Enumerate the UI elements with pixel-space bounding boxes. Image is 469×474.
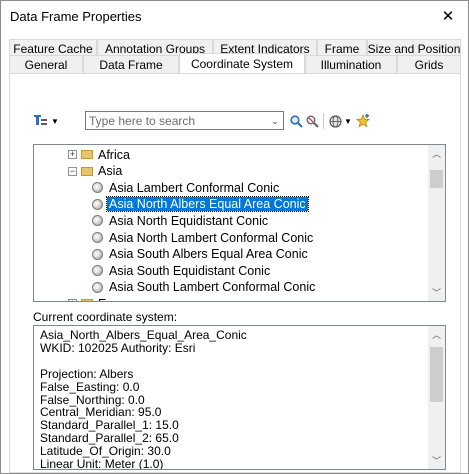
search-history-dropdown-icon[interactable]: ⌄ xyxy=(269,115,281,127)
detail-line: False_Easting: 0.0 xyxy=(40,379,140,394)
toolbar-divider xyxy=(323,113,324,129)
details-scroll-down-arrow[interactable]: ﹀ xyxy=(428,452,445,469)
tab-coordinate-system[interactable]: Coordinate System xyxy=(179,53,305,73)
tree-item-label: Asia South Lambert Conformal Conic xyxy=(109,280,316,295)
tree-item[interactable]: Asia South Albers Equal Area Conic xyxy=(92,246,310,263)
tab-general[interactable]: General xyxy=(9,55,83,73)
tree-item[interactable]: Asia North Albers Equal Area Conic xyxy=(92,196,309,213)
details-scroll-up-arrow[interactable]: ︿ xyxy=(428,326,445,343)
detail-line: Asia_North_Albers_Equal_Area_Conic xyxy=(40,328,247,342)
folder-icon xyxy=(81,299,93,301)
globe-icon xyxy=(92,281,103,293)
tree-item-label: Asia North Albers Equal Area Conic xyxy=(106,196,309,213)
clear-search-icon[interactable] xyxy=(305,113,319,129)
globe-icon xyxy=(92,265,103,277)
add-dropdown-icon[interactable]: ▼ xyxy=(343,114,353,128)
detail-line: Standard_Parallel_2: 65.0 xyxy=(40,431,179,446)
detail-line: False_Northing: 0.0 xyxy=(40,392,145,407)
current-coordinate-system-label: Current coordinate system: xyxy=(33,310,178,324)
tree-folder-asia[interactable]: − Asia xyxy=(68,163,124,180)
tree-item[interactable]: Asia South Lambert Conformal Conic xyxy=(92,279,317,296)
details-scroll-thumb[interactable] xyxy=(430,347,443,402)
detail-line: WKID: 102025 Authority: Esri xyxy=(40,340,196,355)
coordinate-system-panel: ▼ ⌄ ▼ xyxy=(9,73,461,473)
search-input[interactable] xyxy=(86,112,266,129)
tree-folder-europe[interactable]: + Europe xyxy=(68,295,140,301)
filter-dropdown-icon[interactable]: ▼ xyxy=(50,114,60,128)
details-scrollbar[interactable]: ︿ ﹀ xyxy=(428,326,445,469)
data-frame-properties-dialog: Data Frame Properties ✕ Feature Cache An… xyxy=(0,0,469,474)
tree-item-label: Asia South Albers Equal Area Conic xyxy=(109,247,308,262)
globe-icon xyxy=(92,182,103,194)
tree-item-label: Asia North Equidistant Conic xyxy=(109,213,269,228)
detail-line: Projection: Albers xyxy=(40,366,134,381)
tree-item-label: Asia Lambert Conformal Conic xyxy=(109,180,280,195)
tree-item[interactable]: Asia Lambert Conformal Conic xyxy=(92,179,281,196)
title-bar: Data Frame Properties ✕ xyxy=(1,1,468,31)
tree-item-label: Europe xyxy=(96,297,140,301)
tab-row-front: General Data Frame Coordinate System Ill… xyxy=(9,53,461,73)
search-icon[interactable] xyxy=(289,113,303,129)
scroll-thumb[interactable] xyxy=(430,170,443,188)
tab-data-frame[interactable]: Data Frame xyxy=(83,55,179,73)
globe-icon xyxy=(92,215,103,227)
detail-line: Linear Unit: Meter (1.0) xyxy=(40,457,164,470)
coordinate-system-details[interactable]: Asia_North_Albers_Equal_Area_Conic WKID: … xyxy=(33,325,446,470)
coordinate-system-tree[interactable]: + Africa − Asia Asia Lambert Conformal Conic… xyxy=(33,144,446,302)
add-to-favorites-icon[interactable] xyxy=(356,113,370,129)
tree-item[interactable]: Asia North Equidistant Conic xyxy=(92,212,270,229)
search-box[interactable]: ⌄ xyxy=(85,111,284,130)
globe-icon xyxy=(92,198,103,210)
detail-line: Latitude_Of_Origin: 30.0 xyxy=(40,444,171,459)
window-title: Data Frame Properties xyxy=(10,9,142,24)
tab-grids[interactable]: Grids xyxy=(397,55,461,73)
tab-illumination[interactable]: Illumination xyxy=(305,55,397,73)
expand-icon[interactable]: + xyxy=(68,299,77,301)
detail-line: Standard_Parallel_1: 15.0 xyxy=(40,418,179,433)
scroll-up-arrow[interactable]: ︿ xyxy=(428,145,445,162)
tree-item-label: Asia xyxy=(98,164,123,179)
tree-folder-africa[interactable]: + Africa xyxy=(68,146,132,163)
globe-icon xyxy=(92,248,103,260)
globe-icon xyxy=(92,232,103,243)
close-button[interactable]: ✕ xyxy=(428,1,468,31)
add-coordinate-system-icon[interactable] xyxy=(328,113,342,129)
tree-item[interactable]: Asia South Equidistant Conic xyxy=(92,262,272,279)
tree-scrollbar[interactable]: ︿ ﹀ xyxy=(428,145,445,301)
tree-item-label: Asia South Equidistant Conic xyxy=(109,263,271,278)
filter-icon[interactable] xyxy=(33,114,49,128)
folder-icon xyxy=(81,166,93,176)
scroll-down-arrow[interactable]: ﹀ xyxy=(428,284,445,301)
folder-icon xyxy=(81,150,93,159)
detail-line: Central_Meridian: 95.0 xyxy=(40,405,162,420)
tree-item-label: Asia North Lambert Conformal Conic xyxy=(109,230,314,245)
expand-icon[interactable]: + xyxy=(68,150,77,159)
tree-item-label: Africa xyxy=(98,147,130,162)
tree-item[interactable]: Asia North Lambert Conformal Conic xyxy=(92,229,315,246)
collapse-icon[interactable]: − xyxy=(68,166,77,176)
